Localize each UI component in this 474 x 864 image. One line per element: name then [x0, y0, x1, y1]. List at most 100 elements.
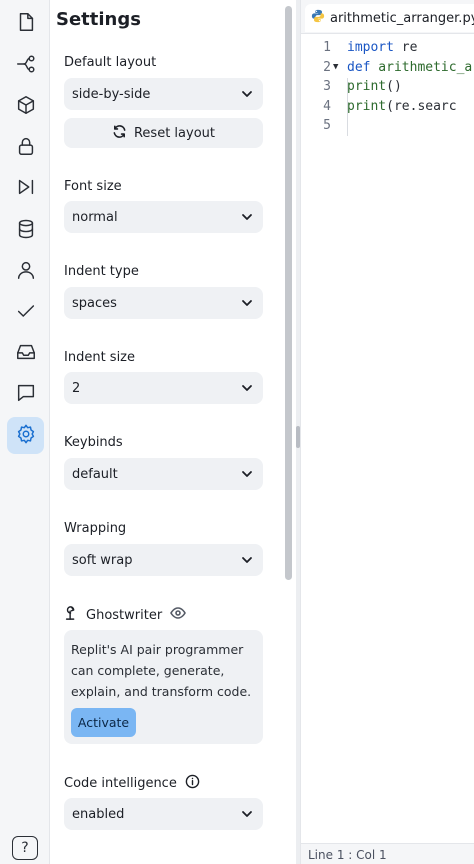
- git-branch-icon: [15, 53, 37, 79]
- chevron-down-icon: [241, 382, 253, 394]
- code-editor-pane: arithmetic_arranger.py 1 import re 2 ▼ def a…: [300, 0, 474, 864]
- indent-type-select[interactable]: spaces: [64, 287, 263, 319]
- default-layout-label: Default layout: [64, 55, 157, 70]
- line-source: import re: [347, 38, 417, 58]
- sidebar-item-threads[interactable]: [7, 335, 44, 372]
- sidebar-item-version-control[interactable]: [7, 47, 44, 84]
- eye-icon[interactable]: [170, 605, 186, 625]
- code-token: def: [347, 59, 371, 75]
- sidebar-item-chat[interactable]: [7, 376, 44, 413]
- lock-icon: [15, 135, 37, 161]
- editor-status-bar: Line 1 : Col 1: [301, 843, 474, 864]
- replit-workspace: ? Settings Default layout side-by-side R…: [0, 0, 474, 864]
- keybinds-label: Keybinds: [64, 435, 123, 450]
- line-source: print(re.searc: [347, 97, 457, 117]
- chevron-down-icon: [241, 88, 253, 100]
- tab-filename: arithmetic_arranger.py: [330, 10, 474, 26]
- chevron-down-icon: [241, 468, 253, 480]
- fold-toggle-icon[interactable]: ▼: [333, 58, 338, 78]
- line-source: print(): [347, 77, 402, 97]
- line-number: 3: [323, 79, 331, 94]
- sidebar-item-auth[interactable]: [7, 253, 44, 290]
- code-line[interactable]: 4 print(re.searc: [301, 97, 474, 117]
- font-size-value: normal: [72, 209, 118, 225]
- font-size-label: Font size: [64, 179, 122, 194]
- scrollbar-thumb[interactable]: [285, 6, 292, 580]
- play-debug-icon: [15, 176, 37, 202]
- default-layout-value: side-by-side: [72, 86, 151, 102]
- gear-icon: [15, 423, 37, 449]
- code-line[interactable]: 3 print(): [301, 77, 474, 97]
- chat-icon: [15, 382, 37, 408]
- code-token: print: [347, 98, 387, 114]
- wrapping-select[interactable]: soft wrap: [64, 544, 263, 576]
- chevron-down-icon: [241, 297, 253, 309]
- line-number: 4: [323, 98, 331, 114]
- check-icon: [15, 300, 37, 326]
- ghostwriter-label: Ghostwriter: [86, 607, 163, 623]
- indent-size-value: 2: [72, 380, 81, 396]
- sidebar-item-database[interactable]: [7, 212, 44, 249]
- line-source: def arithmetic_a: [347, 58, 472, 78]
- icon-sidebar: ?: [0, 0, 50, 864]
- ghostwriter-icon: [64, 606, 78, 624]
- code-token: arithmetic_a: [370, 59, 473, 75]
- code-token: (): [386, 79, 402, 94]
- line-number: 5: [323, 118, 331, 133]
- file-icon: [15, 11, 37, 37]
- inbox-icon: [15, 341, 37, 367]
- user-icon: [15, 259, 37, 285]
- code-token: print: [347, 79, 387, 94]
- font-size-select[interactable]: normal: [64, 201, 263, 233]
- sidebar-item-files[interactable]: [7, 5, 44, 42]
- code-area[interactable]: 1 import re 2 ▼ def arithmetic_a 3 print() 4 p…: [301, 38, 474, 136]
- cursor-position: Line 1 : Col 1: [308, 848, 387, 862]
- code-line[interactable]: 1 import re: [301, 38, 474, 58]
- indent-type-value: spaces: [72, 295, 117, 311]
- sidebar-item-packages[interactable]: [7, 88, 44, 125]
- indent-type-label: Indent type: [64, 264, 139, 279]
- editor-tab-bar: arithmetic_arranger.py: [301, 0, 474, 34]
- chevron-down-icon: [241, 808, 253, 820]
- code-intelligence-header: Code intelligence: [64, 774, 200, 793]
- activate-button[interactable]: Activate: [71, 708, 136, 737]
- wrapping-label: Wrapping: [64, 521, 127, 536]
- code-line[interactable]: 5: [301, 116, 474, 136]
- line-number: 2: [323, 59, 331, 75]
- chevron-down-icon: [241, 211, 253, 223]
- sidebar-item-tests[interactable]: [7, 294, 44, 331]
- code-token: (re.searc: [386, 98, 457, 114]
- code-token: import: [347, 40, 394, 55]
- ghostwriter-card: Replit's AI pair programmer can complete…: [64, 630, 263, 744]
- python-file-icon: [311, 9, 325, 27]
- indent-guide: [347, 78, 348, 136]
- code-intelligence-value: enabled: [72, 806, 125, 822]
- info-icon[interactable]: [185, 774, 200, 793]
- keybinds-select[interactable]: default: [64, 458, 263, 490]
- reset-layout-button[interactable]: Reset layout: [64, 118, 263, 148]
- help-button[interactable]: ?: [12, 836, 38, 860]
- refresh-icon: [112, 124, 127, 143]
- chevron-down-icon: [241, 554, 253, 566]
- ghostwriter-header: Ghostwriter: [64, 605, 186, 625]
- tab-arithmetic-arranger[interactable]: arithmetic_arranger.py: [305, 4, 474, 32]
- default-layout-select[interactable]: side-by-side: [64, 78, 263, 110]
- code-token: re: [393, 40, 418, 55]
- sidebar-item-settings[interactable]: [7, 417, 44, 454]
- indent-size-label: Indent size: [64, 350, 135, 365]
- code-intelligence-select[interactable]: enabled: [64, 798, 263, 830]
- keybinds-value: default: [72, 466, 118, 482]
- indent-size-select[interactable]: 2: [64, 372, 263, 404]
- settings-scrollbar[interactable]: [282, 0, 296, 864]
- code-intelligence-label: Code intelligence: [64, 776, 177, 791]
- code-line[interactable]: 2 ▼ def arithmetic_a: [301, 58, 474, 78]
- page-title: Settings: [56, 9, 141, 30]
- database-icon: [15, 218, 37, 244]
- line-number: 1: [323, 40, 331, 55]
- settings-panel: Settings Default layout side-by-side Res…: [50, 0, 282, 864]
- package-icon: [15, 94, 37, 120]
- sidebar-item-debugger[interactable]: [7, 170, 44, 207]
- sidebar-item-secrets[interactable]: [7, 129, 44, 166]
- wrapping-value: soft wrap: [72, 552, 133, 568]
- reset-layout-label: Reset layout: [133, 125, 215, 141]
